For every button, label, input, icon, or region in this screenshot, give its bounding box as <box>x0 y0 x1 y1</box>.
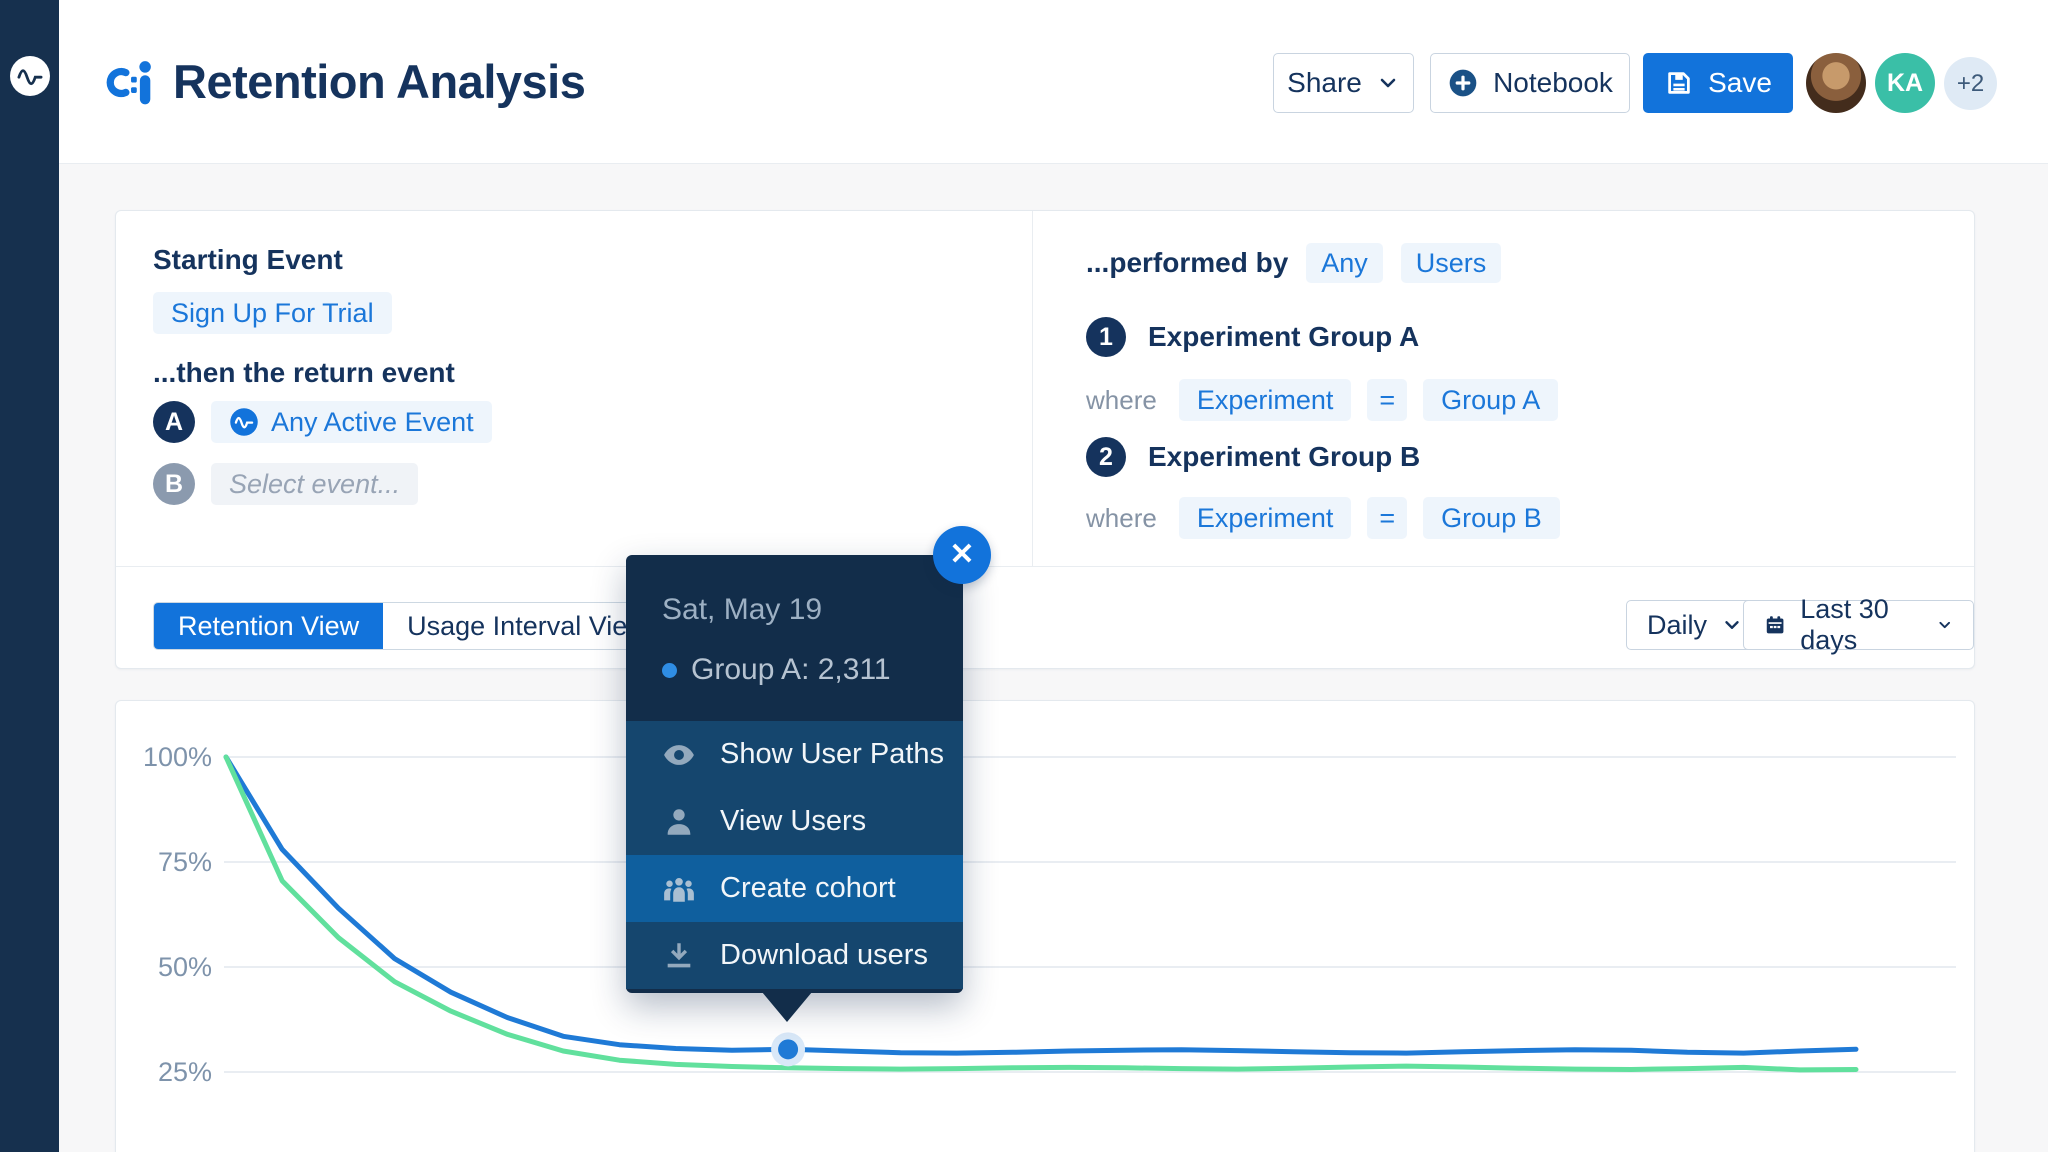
group-1-header: 1 Experiment Group A <box>1086 317 1419 357</box>
menu-item-view-users[interactable]: View Users <box>626 788 963 855</box>
chevron-down-icon <box>1936 614 1953 636</box>
performed-by-label: ...performed by <box>1086 247 1288 279</box>
event-badge-b: B <box>153 463 195 505</box>
return-event-row-b: B Select event... <box>153 463 418 505</box>
starting-event-label: Starting Event <box>153 244 343 276</box>
download-icon <box>662 939 696 973</box>
group-2-value-pill[interactable]: Group B <box>1423 497 1560 539</box>
title-block: Retention Analysis <box>105 54 585 109</box>
tooltip-value-label: Group A: 2,311 <box>691 653 891 687</box>
tooltip-menu: Show User Paths View Users Create cohort… <box>626 721 963 989</box>
avatar[interactable]: KA <box>1875 53 1935 113</box>
group-2-operator-pill[interactable]: = <box>1367 497 1407 539</box>
where-label: where <box>1086 385 1157 416</box>
selected-point-marker[interactable] <box>778 1039 798 1059</box>
event-pill-any-active[interactable]: Any Active Event <box>211 401 492 443</box>
eye-icon <box>662 738 696 772</box>
return-event-label: ...then the return event <box>153 357 455 389</box>
event-badge-a: A <box>153 401 195 443</box>
panel-divider <box>1032 211 1033 566</box>
group-1-operator-pill[interactable]: = <box>1367 379 1407 421</box>
plus-circle-icon <box>1447 67 1479 99</box>
series-bullet-icon <box>662 663 677 678</box>
where-label: where <box>1086 503 1157 534</box>
group-1-value-pill[interactable]: Group A <box>1423 379 1558 421</box>
interval-value: Daily <box>1647 610 1707 641</box>
avatar[interactable] <box>1806 53 1866 113</box>
y-axis-tick-label: 100% <box>143 742 212 772</box>
share-button[interactable]: Share <box>1273 53 1414 113</box>
series-line-group-a[interactable] <box>226 757 1856 1053</box>
menu-item-create-cohort[interactable]: Create cohort <box>626 855 963 922</box>
select-event-placeholder[interactable]: Select event... <box>211 463 418 505</box>
group-2-header: 2 Experiment Group B <box>1086 437 1420 477</box>
query-builder-card: Starting Event Sign Up For Trial ...then… <box>115 210 1975 669</box>
save-button[interactable]: Save <box>1643 53 1793 113</box>
series-line-group-b[interactable] <box>226 757 1856 1070</box>
sine-wave-icon <box>16 62 44 90</box>
chart-tooltip: ✕ Sat, May 19 Group A: 2,311 Show User P… <box>626 555 963 993</box>
tab-retention-view[interactable]: Retention View <box>154 603 383 649</box>
return-event-row-a: A Any Active Event <box>153 401 492 443</box>
chevron-down-icon <box>1721 614 1743 636</box>
tooltip-date: Sat, May 19 <box>662 593 927 627</box>
retention-chart[interactable]: 100% 75% 50% 25% <box>116 701 1974 1152</box>
group-2-where-row: where Experiment = Group B <box>1086 497 1560 539</box>
group-2-badge: 2 <box>1086 437 1126 477</box>
view-toolbar: Retention View Usage Interval View Daily… <box>116 566 1974 670</box>
save-icon <box>1664 68 1694 98</box>
performed-by-any-pill[interactable]: Any <box>1306 243 1383 283</box>
date-range-value: Last 30 days <box>1800 594 1921 656</box>
group-1-where-row: where Experiment = Group A <box>1086 379 1558 421</box>
menu-item-download-users[interactable]: Download users <box>626 922 963 989</box>
view-mode-toggle: Retention View Usage Interval View <box>153 602 672 650</box>
cohort-icon <box>662 872 696 906</box>
performed-by-row: ...performed by Any Users <box>1086 243 1501 283</box>
save-label: Save <box>1708 67 1772 99</box>
group-1-badge: 1 <box>1086 317 1126 357</box>
y-axis-tick-label: 25% <box>158 1057 212 1087</box>
notebook-label: Notebook <box>1493 67 1613 99</box>
starting-event-pill[interactable]: Sign Up For Trial <box>153 292 392 334</box>
menu-item-label: Create cohort <box>720 872 896 905</box>
tooltip-value: Group A: 2,311 <box>662 653 927 687</box>
header: Retention Analysis Share Notebook Save K… <box>59 0 2048 164</box>
menu-item-show-user-paths[interactable]: Show User Paths <box>626 721 963 788</box>
tooltip-header: Sat, May 19 Group A: 2,311 <box>626 555 963 721</box>
active-event-icon <box>229 407 259 437</box>
user-icon <box>662 805 696 839</box>
retention-analysis-icon <box>105 57 155 107</box>
page-title: Retention Analysis <box>173 54 585 109</box>
retention-chart-card: 100% 75% 50% 25% <box>115 700 1975 1152</box>
avatar-overflow[interactable]: +2 <box>1944 57 1997 110</box>
menu-item-label: Download users <box>720 939 928 972</box>
date-range-select[interactable]: Last 30 days <box>1743 600 1974 650</box>
amplitude-logo-icon[interactable] <box>10 56 50 96</box>
app-sidebar <box>0 0 59 1152</box>
group-2-property-pill[interactable]: Experiment <box>1179 497 1352 539</box>
group-1-name: Experiment Group A <box>1148 321 1419 353</box>
event-pill-label: Any Active Event <box>271 407 474 438</box>
close-icon[interactable]: ✕ <box>933 526 991 584</box>
group-1-property-pill[interactable]: Experiment <box>1179 379 1352 421</box>
tooltip-caret <box>762 992 812 1022</box>
notebook-button[interactable]: Notebook <box>1430 53 1630 113</box>
calendar-icon <box>1764 611 1786 639</box>
y-axis-tick-label: 75% <box>158 847 212 877</box>
chevron-down-icon <box>1376 71 1400 95</box>
y-axis-tick-label: 50% <box>158 952 212 982</box>
menu-item-label: View Users <box>720 805 866 838</box>
group-2-name: Experiment Group B <box>1148 441 1420 473</box>
menu-item-label: Show User Paths <box>720 738 944 771</box>
share-label: Share <box>1287 67 1362 99</box>
performed-by-users-pill[interactable]: Users <box>1401 243 1502 283</box>
